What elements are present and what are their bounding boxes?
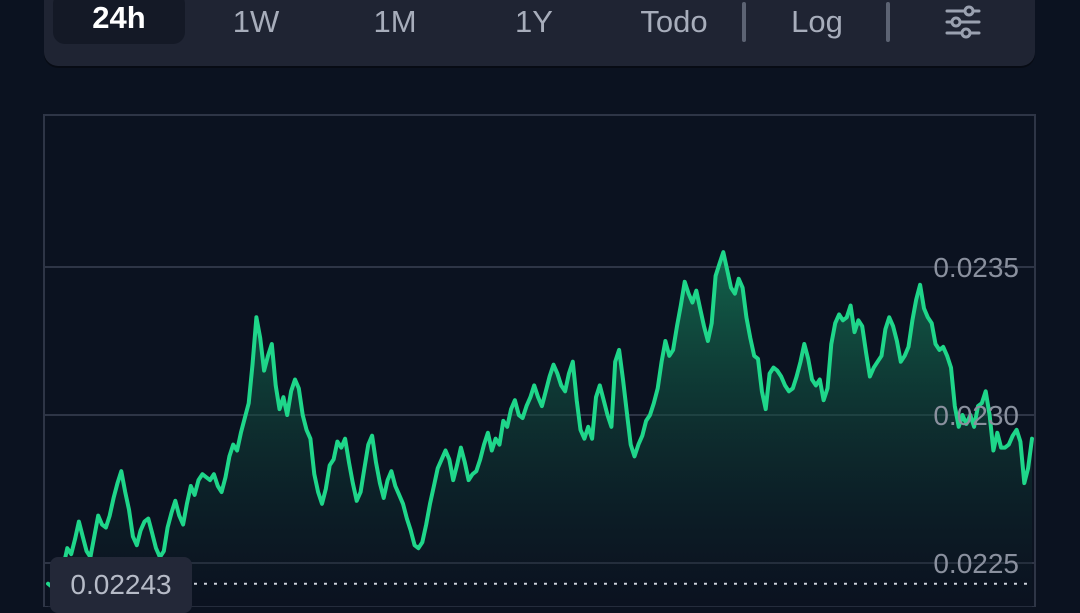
price-area: [48, 252, 1032, 607]
price-chart: 0.0235 0.0230 0.0225: [0, 0, 1080, 607]
y-tick-label: 0.0225: [933, 548, 1019, 579]
y-tick-label: 0.0235: [933, 252, 1019, 283]
y-tick-label: 0.0230: [933, 400, 1019, 431]
price-chart-svg: 0.0235 0.0230 0.0225: [43, 114, 1036, 607]
current-price-badge: 0.02243: [50, 557, 192, 613]
